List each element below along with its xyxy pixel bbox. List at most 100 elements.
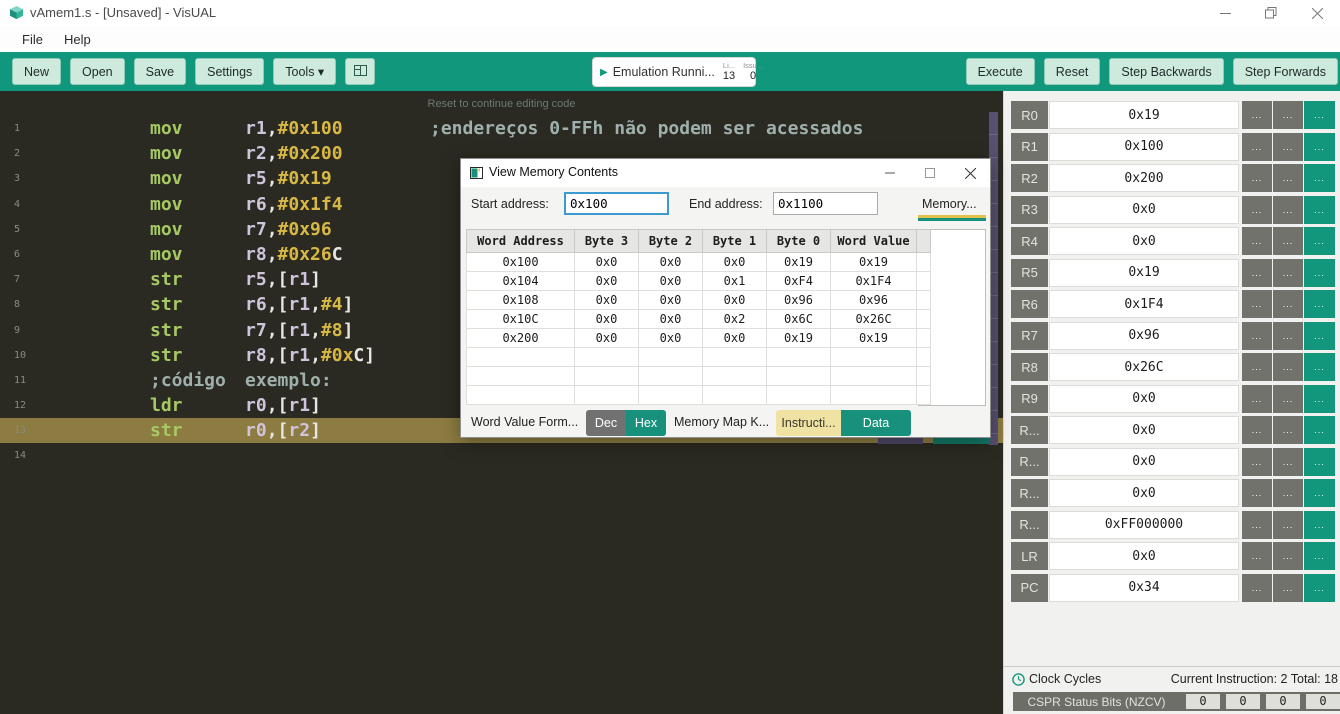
register-option-button[interactable]: ...	[1273, 227, 1303, 255]
register-option-button[interactable]: ...	[1242, 196, 1272, 224]
register-option-button[interactable]: ...	[1304, 511, 1335, 539]
menu-help[interactable]: Help	[58, 30, 97, 49]
register-value-field[interactable]: 0x0	[1049, 479, 1239, 507]
toolbar-button-settings[interactable]: Settings	[195, 58, 264, 85]
register-option-button[interactable]: ...	[1273, 101, 1303, 129]
register-option-button[interactable]: ...	[1304, 133, 1335, 161]
toolbar-button-step-forwards[interactable]: Step Forwards	[1233, 58, 1338, 85]
register-value-field[interactable]: 0x19	[1049, 259, 1239, 287]
toolbar-button-execute[interactable]: Execute	[966, 58, 1035, 85]
register-value-field[interactable]: 0x0	[1049, 196, 1239, 224]
register-option-button[interactable]: ...	[1242, 479, 1272, 507]
close-icon[interactable]	[1294, 0, 1340, 26]
register-option-button[interactable]: ...	[1273, 133, 1303, 161]
register-value-field[interactable]: 0x1F4	[1049, 290, 1239, 318]
register-option-button[interactable]: ...	[1273, 322, 1303, 350]
register-value-field[interactable]: 0xFF000000	[1049, 511, 1239, 539]
register-label: R1	[1011, 133, 1048, 161]
end-address-input[interactable]	[773, 192, 878, 215]
register-option-button[interactable]: ...	[1304, 164, 1335, 192]
register-value-field[interactable]: 0x100	[1049, 133, 1239, 161]
register-option-button[interactable]: ...	[1242, 448, 1272, 476]
token-reg: r7	[245, 320, 267, 341]
register-value-field[interactable]: 0x0	[1049, 542, 1239, 570]
register-option-button[interactable]: ...	[1304, 542, 1335, 570]
line-number: 13	[14, 418, 38, 443]
register-value-field[interactable]: 0x96	[1049, 322, 1239, 350]
register-value-field[interactable]: 0x0	[1049, 227, 1239, 255]
register-option-button[interactable]: ...	[1242, 259, 1272, 287]
register-value-field[interactable]: 0x0	[1049, 416, 1239, 444]
memory-cell-empty	[767, 367, 831, 386]
register-value-field[interactable]: 0x0	[1049, 385, 1239, 413]
register-option-button[interactable]: ...	[1304, 448, 1335, 476]
memory-cell-spacer	[917, 272, 931, 291]
register-option-button[interactable]: ...	[1242, 322, 1272, 350]
register-option-button[interactable]: ...	[1242, 290, 1272, 318]
register-option-button[interactable]: ...	[1304, 574, 1335, 602]
register-option-button[interactable]: ...	[1273, 290, 1303, 318]
instructions-key-button[interactable]: Instructi...	[776, 410, 841, 436]
toolbar-button-save[interactable]: Save	[134, 58, 187, 85]
memory-map-key-label: Memory Map K...	[674, 415, 769, 429]
register-option-button[interactable]: ...	[1304, 290, 1335, 318]
register-option-button[interactable]: ...	[1242, 574, 1272, 602]
register-option-button[interactable]: ...	[1304, 196, 1335, 224]
register-option-button[interactable]: ...	[1242, 511, 1272, 539]
register-option-button[interactable]: ...	[1304, 227, 1335, 255]
memory-cell: 0x19	[831, 253, 917, 272]
register-option-button[interactable]: ...	[1273, 196, 1303, 224]
register-option-button[interactable]: ...	[1304, 101, 1335, 129]
register-option-button[interactable]: ...	[1273, 259, 1303, 287]
register-value-field[interactable]: 0x34	[1049, 574, 1239, 602]
toolbar-button-reset[interactable]: Reset	[1044, 58, 1101, 85]
register-option-button[interactable]: ...	[1242, 133, 1272, 161]
register-value-field[interactable]: 0x26C	[1049, 353, 1239, 381]
register-option-button[interactable]: ...	[1304, 416, 1335, 444]
dialog-maximize-icon[interactable]	[910, 159, 950, 187]
toolbar-button-new[interactable]: New	[12, 58, 61, 85]
register-option-button[interactable]: ...	[1304, 479, 1335, 507]
toolbar-button-step-backwards[interactable]: Step Backwards	[1109, 58, 1223, 85]
register-option-button[interactable]: ...	[1273, 542, 1303, 570]
register-option-button[interactable]: ...	[1304, 259, 1335, 287]
hex-toggle-button[interactable]: Hex	[626, 410, 666, 436]
emulation-status-button[interactable]: ▶ Emulation Runni... Li... 13 Issu... 0	[592, 57, 756, 87]
layout-button[interactable]	[345, 58, 375, 85]
code-line-14[interactable]: 14	[0, 443, 1003, 468]
register-option-button[interactable]: ...	[1273, 511, 1303, 539]
toolbar-button-open[interactable]: Open	[70, 58, 125, 85]
dialog-close-icon[interactable]	[950, 159, 990, 187]
register-option-button[interactable]: ...	[1273, 164, 1303, 192]
dialog-minimize-icon[interactable]	[870, 159, 910, 187]
register-option-button[interactable]: ...	[1273, 416, 1303, 444]
restore-icon[interactable]	[1248, 0, 1294, 26]
memory-cell-spacer	[917, 329, 931, 348]
tab-memory[interactable]: Memory...	[918, 194, 986, 221]
register-option-button[interactable]: ...	[1304, 385, 1335, 413]
menu-file[interactable]: File	[16, 30, 49, 49]
register-option-button[interactable]: ...	[1273, 353, 1303, 381]
register-value-field[interactable]: 0x0	[1049, 448, 1239, 476]
minimize-icon[interactable]	[1202, 0, 1248, 26]
register-option-button[interactable]: ...	[1273, 479, 1303, 507]
dec-toggle-button[interactable]: Dec	[586, 410, 626, 436]
register-option-button[interactable]: ...	[1304, 353, 1335, 381]
register-option-button[interactable]: ...	[1242, 164, 1272, 192]
register-option-button[interactable]: ...	[1304, 322, 1335, 350]
register-option-button[interactable]: ...	[1273, 448, 1303, 476]
register-option-button[interactable]: ...	[1242, 385, 1272, 413]
data-key-button[interactable]: Data	[841, 410, 911, 436]
code-line-1[interactable]: 1movr1,#0x100;endereços 0-FFh não podem …	[0, 116, 1003, 141]
register-option-button[interactable]: ...	[1242, 542, 1272, 570]
register-value-field[interactable]: 0x19	[1049, 101, 1239, 129]
register-value-field[interactable]: 0x200	[1049, 164, 1239, 192]
register-option-button[interactable]: ...	[1242, 353, 1272, 381]
register-option-button[interactable]: ...	[1242, 227, 1272, 255]
toolbar-button-tools[interactable]: Tools ▾	[273, 58, 336, 85]
register-option-button[interactable]: ...	[1242, 101, 1272, 129]
register-option-button[interactable]: ...	[1273, 574, 1303, 602]
register-option-button[interactable]: ...	[1273, 385, 1303, 413]
register-option-button[interactable]: ...	[1242, 416, 1272, 444]
start-address-input[interactable]	[564, 192, 669, 215]
